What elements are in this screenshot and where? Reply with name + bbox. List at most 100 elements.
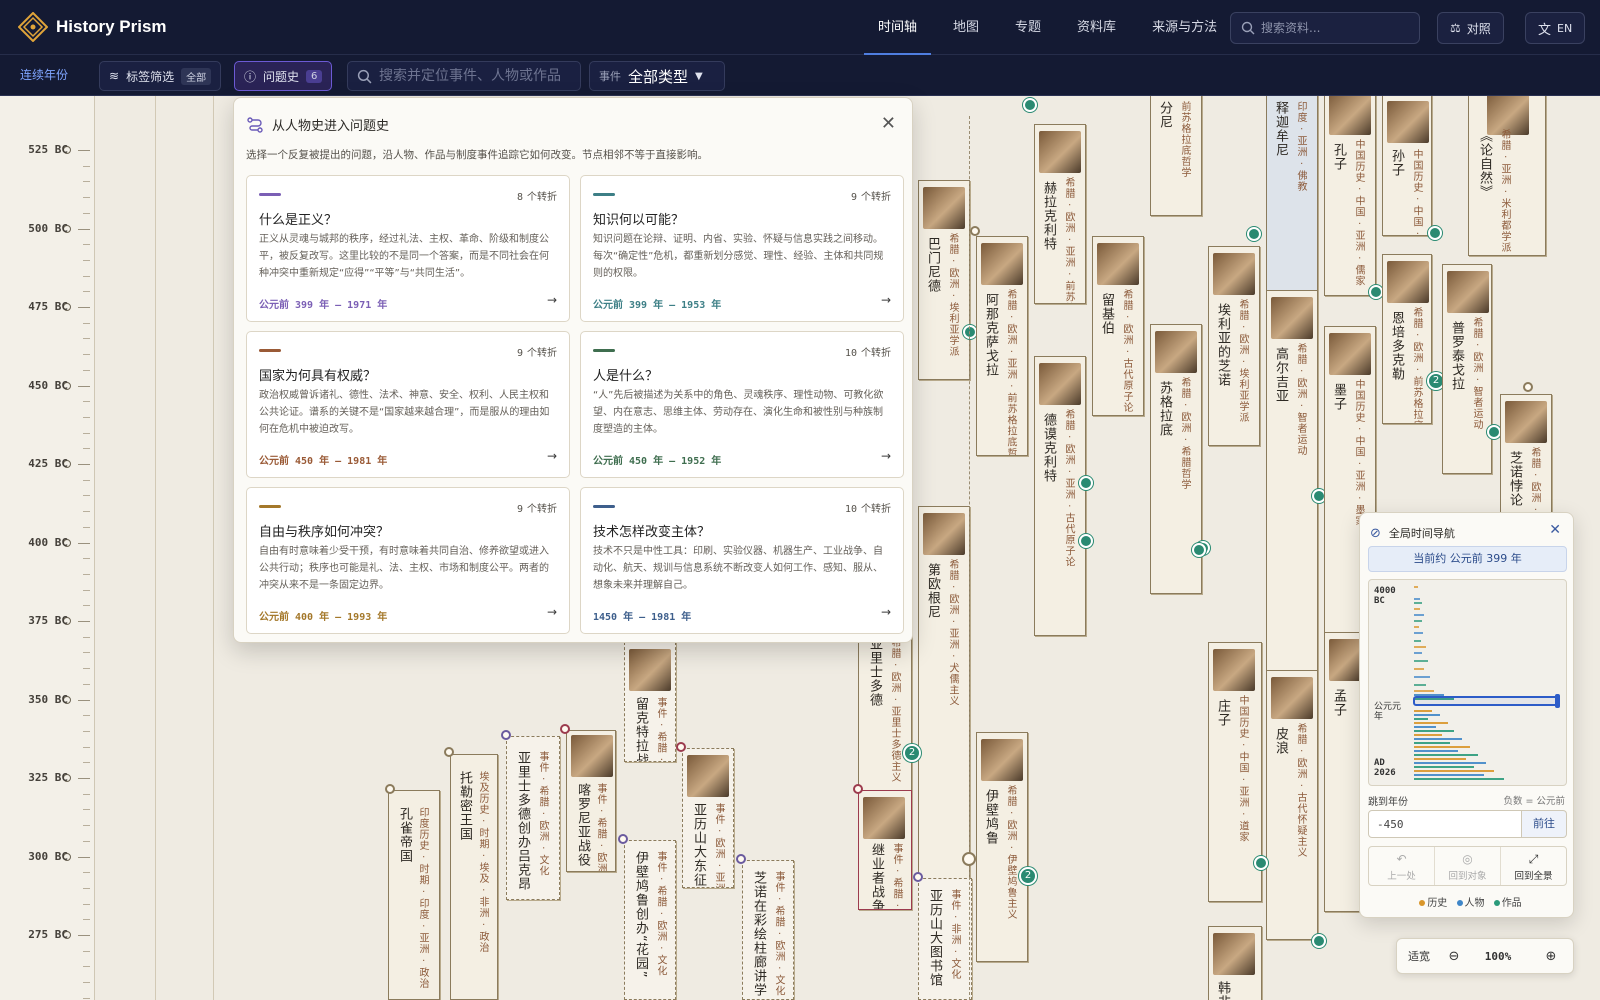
timeline-node[interactable] [618,834,628,844]
person-card[interactable]: 赫拉克利特 希腊 · 欧洲 · 亚洲 · 前苏格拉底哲学 [1034,124,1086,304]
person-card[interactable]: 第欧根尼 希腊 · 欧洲 · 亚洲 · 犬儒主义 [918,506,970,886]
timeline-node[interactable] [385,784,395,794]
timeline-node[interactable] [1523,382,1533,392]
question-card[interactable]: 10 个转折 人是什么？ “人”先后被描述为关系中的角色、灵魂秩序、理性动物、可教化欲… [580,331,904,478]
arrow-right-icon[interactable]: → [881,449,891,463]
person-card[interactable]: 孔子 中国历史 · 中国 · 亚洲 · 儒家 [1324,96,1376,296]
timeline-node[interactable] [1428,226,1442,240]
timeline-search-input[interactable] [379,68,564,84]
person-card[interactable]: 分尼 前苏格拉底哲学 [1150,96,1202,216]
question-card[interactable]: 9 个转折 国家为何具有权威？ 政治权威曾诉诸礼、德性、法术、神意、安全、权利、人民主… [246,331,570,478]
compare-button[interactable]: ⚖ 对照 [1437,12,1504,44]
event-card[interactable]: 亚里士多德创办吕克昂 事件 · 希腊 · 欧洲 · 文化 [506,736,560,900]
nav-sources-methods[interactable]: 来源与方法 [1134,0,1235,55]
turn-count-value: 10 [844,504,857,515]
question-history-button[interactable]: ⓘ 问题史 6 [234,61,333,91]
work-card[interactable]: 《论自然》 希腊 · 亚洲 · 米利都学派 [1468,96,1546,256]
jump-year-input[interactable] [1368,810,1522,838]
nav-library[interactable]: 资料库 [1059,0,1134,55]
viewport-window-handle[interactable] [1413,694,1560,708]
arrow-right-icon[interactable]: → [547,293,557,307]
overview-button[interactable]: ⤢ 回到全景 [1501,847,1566,885]
timeline-node[interactable] [1312,934,1326,948]
search-icon [1241,21,1255,35]
nav-timeline[interactable]: 时间轴 [860,0,935,55]
link-count-badge[interactable]: 2 [1019,867,1037,885]
tag-filter-button[interactable]: ≋ 标签筛选 全部 [99,61,222,91]
language-label: EN [1557,21,1573,35]
zoom-out-icon[interactable]: ⊖ [1441,949,1467,964]
link-count-badge[interactable]: 2 [903,744,921,762]
event-card[interactable]: 亚历山大图书馆 事件 · 非洲 · 文化 [918,878,972,1000]
timeline-node[interactable] [736,854,746,864]
event-card[interactable]: 芝诺在彩绘柱廊讲学 事件 · 希腊 · 欧洲 · 文化 [742,860,794,1000]
fit-width-button[interactable]: 适宽 [1397,948,1441,964]
timeline-node[interactable] [560,724,570,734]
global-search-input[interactable] [1261,21,1401,35]
timeline-node[interactable] [1192,543,1206,557]
back-to-object-button[interactable]: ◎ 回到对象 [1435,847,1501,885]
language-button[interactable]: 文 EN [1525,12,1586,44]
question-description: 自由有时意味着少受干预，有时意味着共同自治、修养欲望或进入公共行动；秩序也可能是… [259,546,549,591]
person-card[interactable]: 埃利亚的芝诺 希腊 · 欧洲 · 埃利亚学派 [1208,246,1260,446]
timeline-node[interactable] [853,784,863,794]
type-select[interactable]: 事件 全部类型 ▼ [589,61,725,91]
timeline-node[interactable] [676,742,686,752]
event-card[interactable]: 留克特拉战役 事件 · 希腊 · 欧洲 [624,642,676,762]
timeline-node[interactable] [970,226,980,236]
person-card[interactable]: 恩培多克勒 希腊 · 欧洲 · 前苏格拉底哲学 [1382,254,1432,424]
timeline-card[interactable]: 孔雀帝国 印度历史 · 时期 · 印度 · 亚洲 · 政治 [388,790,440,1000]
person-card[interactable]: 孙子 中国历史 · 中国 · 亚洲 [1382,96,1432,236]
person-card[interactable]: 高尔吉亚 希腊 · 欧洲 · 智者运动 [1266,290,1318,720]
timeline-node[interactable] [962,852,976,866]
person-card[interactable]: 德谟克利特 希腊 · 欧洲 · 亚洲 · 古代原子论 [1034,356,1086,636]
zoom-in-icon[interactable]: ⊕ [1529,949,1573,964]
person-card[interactable]: 皮浪 希腊 · 欧洲 · 古代怀疑主义 [1266,670,1318,940]
arrow-right-icon[interactable]: → [547,449,557,463]
global-search[interactable] [1230,12,1420,44]
arrow-right-icon[interactable]: → [881,293,891,307]
timeline-node[interactable] [1079,534,1093,548]
nav-map[interactable]: 地图 [935,0,997,55]
timeline-node[interactable] [1369,285,1383,299]
event-card[interactable]: 继业者战争 事件 · 希腊 · 欧洲 [858,790,912,910]
event-card[interactable]: 亚历山大东征 事件 · 欧洲 · 亚洲 [682,748,734,888]
timeline-node[interactable] [501,730,511,740]
timeline-card[interactable]: 托勒密王国 埃及历史 · 时期 · 埃及 · 非洲 · 政治 [450,754,498,1000]
timeline-node[interactable] [1023,98,1037,112]
continuous-years-toggle[interactable]: 连续年份 [20,55,68,96]
person-card[interactable]: 伊壁鸠鲁 希腊 · 欧洲 · 伊壁鸠鲁主义 [976,732,1028,962]
close-icon[interactable]: ✕ [881,113,896,134]
person-card[interactable]: 孟子 [1324,632,1364,912]
timeline-node[interactable] [1079,476,1093,490]
timeline-node[interactable] [1487,425,1501,439]
person-card[interactable]: 阿那克萨戈拉 希腊 · 欧洲 · 亚洲 · 前苏格拉底哲学 [976,236,1028,456]
arrow-right-icon[interactable]: → [881,605,891,619]
timeline-node[interactable] [1254,856,1268,870]
question-card[interactable]: 10 个转折 技术怎样改变主体？ 技术不只是中性工具：印刷、实验仪器、机器生产、工业战… [580,487,904,634]
event-card[interactable]: 喀罗尼亚战役 事件 · 希腊 · 欧洲 [566,730,616,872]
axis-year-label: 325 BC [28,771,68,784]
arrow-right-icon[interactable]: → [547,605,557,619]
question-card[interactable]: 9 个转折 自由与秩序如何冲突？ 自由有时意味着少受干预，有时意味着共同自治、修养欲望… [246,487,570,634]
question-card[interactable]: 9 个转折 知识何以可能？ 知识问题在论辩、证明、内省、实验、怀疑与信息实践之间移动。… [580,175,904,322]
person-card[interactable]: 留基伯 希腊 · 欧洲 · 古代原子论 [1092,236,1144,416]
event-card[interactable]: 伊壁鸠鲁创办“花园” 事件 · 希腊 · 欧洲 · 文化 [624,840,676,1000]
question-card[interactable]: 8 个转折 什么是正义？ 正义从灵魂与城邦的秩序，经过礼法、主权、革命、阶级和制度公平… [246,175,570,322]
action-label: 回到全景 [1514,871,1553,882]
close-icon[interactable]: ✕ [1549,522,1561,538]
person-card[interactable]: 韩非 [1208,926,1262,1000]
go-button[interactable]: 前往 [1522,810,1567,838]
brand[interactable]: History Prism [18,12,167,42]
timeline-node[interactable] [913,872,923,882]
axis-minor-tick [83,793,90,795]
previous-location-button[interactable]: ↶ 上一处 [1369,847,1435,885]
timeline-node[interactable] [963,325,977,339]
person-card[interactable]: 巴门尼德 希腊 · 欧洲 · 埃利亚学派 [918,180,970,380]
person-card[interactable]: 普罗泰戈拉 希腊 · 欧洲 · 智者运动 [1442,264,1492,474]
timeline-search[interactable] [347,61,581,91]
overview-minimap[interactable]: 4000 BC 公元元年 AD 2026 [1368,579,1567,786]
timeline-node[interactable] [1247,227,1261,241]
nav-topics[interactable]: 专题 [997,0,1059,55]
timeline-node[interactable] [444,747,454,757]
